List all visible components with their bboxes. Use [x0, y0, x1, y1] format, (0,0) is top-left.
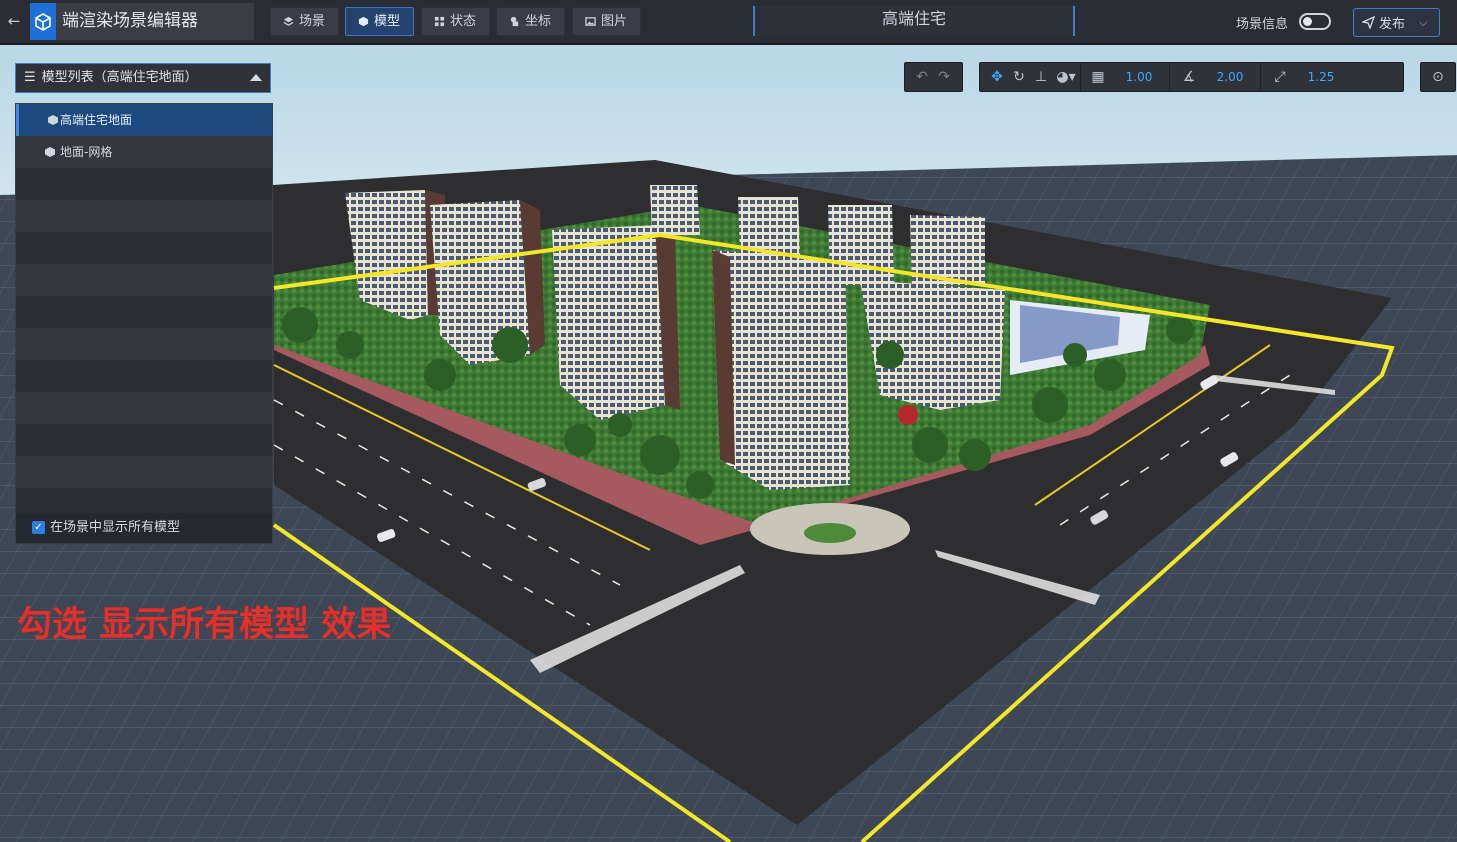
- scale-snap-value[interactable]: 1.25: [1291, 70, 1351, 84]
- list-row-empty: [16, 264, 272, 296]
- grid-snap-icon[interactable]: ▦: [1087, 66, 1109, 88]
- show-all-models-option[interactable]: ✓ 在场景中显示所有模型: [16, 513, 272, 543]
- list-row-empty: [16, 392, 272, 424]
- app-logo-icon: [30, 3, 56, 40]
- scene-title: 高端住宅: [753, 6, 1075, 36]
- move-icon[interactable]: ✥: [986, 66, 1008, 88]
- cube-icon: [48, 115, 58, 125]
- top-bar: ← 端渲染场景编辑器 场景 模型 状态 坐标 图片 高端住宅 场景信息 发布 ⌵: [0, 0, 1457, 44]
- camera-reset-toolbar: ⊙: [1420, 62, 1456, 92]
- show-all-checkbox[interactable]: ✓: [32, 521, 45, 534]
- tab-state-label: 状态: [450, 14, 477, 29]
- cube-icon: [358, 16, 369, 27]
- publish-label: 发布: [1379, 17, 1406, 32]
- list-row-empty: [16, 328, 272, 360]
- send-icon: [1362, 16, 1375, 29]
- toolbar-divider: [1260, 62, 1261, 92]
- model-list-panel: 高端住宅地面 地面-网格 ✓ 在场景中显示所有模型: [15, 103, 273, 544]
- angle-snap-icon[interactable]: ∡: [1178, 66, 1200, 88]
- app-title: 端渲染场景编辑器: [56, 3, 254, 40]
- layers-icon: [283, 16, 294, 26]
- list-row-empty: [16, 456, 272, 488]
- globe-dropdown-icon[interactable]: ◕▾: [1052, 66, 1080, 88]
- undo-redo-toolbar: ↶ ↷: [904, 62, 963, 92]
- toggle-knob: [1303, 17, 1312, 26]
- list-icon: ☰: [24, 70, 36, 85]
- tab-model[interactable]: 模型: [345, 7, 414, 36]
- rotate-icon[interactable]: ↻: [1008, 66, 1030, 88]
- image-icon: [585, 17, 596, 26]
- tab-coordinate-label: 坐标: [525, 14, 552, 29]
- list-row-empty: [16, 232, 272, 264]
- list-row-empty: [16, 296, 272, 328]
- tab-coordinate[interactable]: 坐标: [496, 7, 565, 36]
- toolbar-divider: [1080, 62, 1081, 92]
- tab-scene[interactable]: 场景: [270, 7, 339, 36]
- list-item[interactable]: 地面-网格: [16, 136, 272, 168]
- scene-info-label: 场景信息: [1236, 17, 1289, 32]
- angle-snap-value[interactable]: 2.00: [1200, 70, 1260, 84]
- focus-icon[interactable]: ⊙: [1427, 66, 1449, 88]
- toolbar-divider: [1169, 62, 1170, 92]
- scale-snap-icon[interactable]: ⤢: [1269, 66, 1291, 88]
- show-all-label: 在场景中显示所有模型: [50, 520, 181, 535]
- list-row-empty: [16, 168, 272, 200]
- cube-icon: [45, 147, 55, 157]
- tab-scene-label: 场景: [299, 14, 326, 29]
- back-arrow-icon[interactable]: ←: [4, 10, 24, 32]
- chevron-down-icon: ⌵: [1419, 15, 1428, 29]
- tab-model-label: 模型: [374, 14, 401, 29]
- model-list-dropdown[interactable]: ☰ 模型列表（高端住宅地面）: [15, 63, 271, 93]
- tab-image-label: 图片: [601, 14, 628, 29]
- list-item[interactable]: 高端住宅地面: [16, 104, 272, 136]
- grid-icon: [434, 16, 445, 27]
- undo-icon[interactable]: ↶: [911, 66, 933, 88]
- list-row-empty: [16, 200, 272, 232]
- transform-toolbar: ✥ ↻ ⊥ ◕▾ ▦ 1.00 ∡ 2.00 ⤢ 1.25: [979, 62, 1404, 92]
- publish-button[interactable]: 发布 ⌵: [1353, 8, 1440, 37]
- tab-image[interactable]: 图片: [572, 7, 641, 36]
- redo-icon[interactable]: ↷: [933, 66, 955, 88]
- annotation-caption: 勾选 显示所有模型 效果: [17, 605, 392, 645]
- coordinate-icon: [510, 16, 519, 27]
- scene-info-toggle[interactable]: [1299, 13, 1331, 30]
- model-list-title: 模型列表（高端住宅地面）: [41, 70, 198, 85]
- grid-snap-value[interactable]: 1.00: [1109, 70, 1169, 84]
- scale-axis-icon[interactable]: ⊥: [1030, 66, 1052, 88]
- tab-state[interactable]: 状态: [421, 7, 490, 36]
- list-row-empty: [16, 424, 272, 456]
- list-row-empty: [16, 360, 272, 392]
- caret-up-icon[interactable]: [250, 74, 262, 81]
